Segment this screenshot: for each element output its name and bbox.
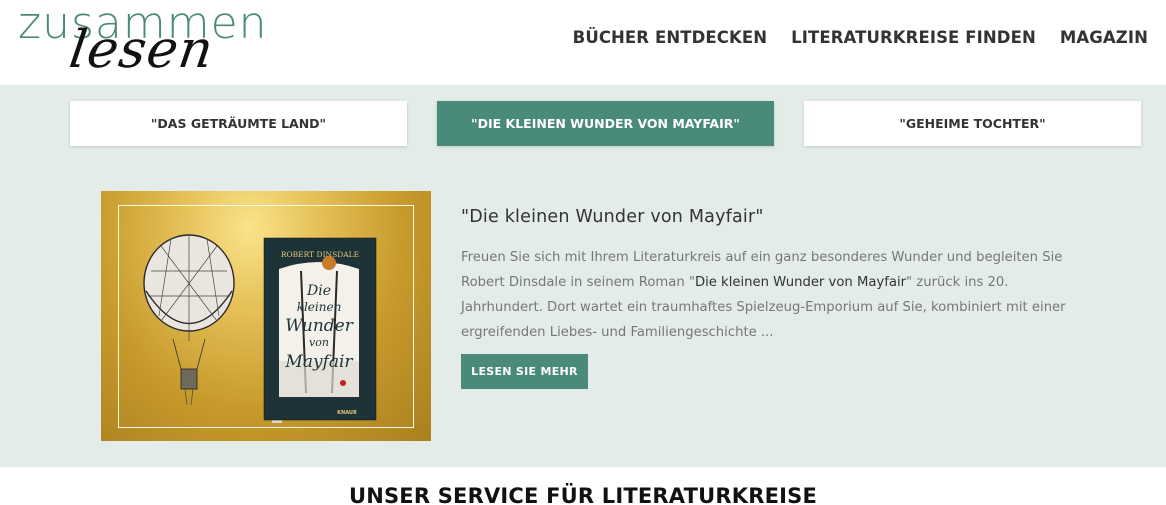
tab-die-kleinen-wunder-von-mayfair[interactable]: "DIE KLEINEN WUNDER VON MAYFAIR" [437, 101, 774, 146]
teaser-title[interactable]: "Die kleinen Wunder von Mayfair" [461, 207, 764, 227]
logo-text-bottom: lesen [65, 20, 218, 80]
tab-geheime-tochter[interactable]: "GEHEIME TOCHTER" [804, 101, 1141, 146]
site-logo[interactable]: zusammen lesen [18, 2, 298, 81]
read-more-button[interactable]: LESEN SIE MEHR [461, 354, 588, 389]
site-header: zusammen lesen BÜCHER ENTDECKEN LITERATU… [0, 0, 1166, 85]
teaser-image[interactable]: ROBERT DINSDALE Die kleinen Wunder von M… [101, 191, 431, 441]
nav-item-buecher-entdecken[interactable]: BÜCHER ENTDECKEN [573, 28, 768, 47]
image-frame [118, 205, 414, 428]
teaser-book-link[interactable]: Die kleinen Wunder von Mayfair [695, 275, 906, 290]
service-heading: UNSER SERVICE FÜR LITERATURKREISE [348, 484, 818, 505]
main-nav: BÜCHER ENTDECKEN LITERATURKREISE FINDEN … [573, 28, 1148, 47]
feature-slider: "DAS GETRÄUMTE LAND" "DIE KLEINEN WUNDER… [0, 85, 1166, 467]
tab-das-getraeumte-land[interactable]: "DAS GETRÄUMTE LAND" [70, 101, 407, 146]
teaser-description: Freuen Sie sich mit Ihrem Literaturkreis… [461, 245, 1081, 345]
nav-item-magazin[interactable]: MAGAZIN [1060, 28, 1148, 47]
nav-item-literaturkreise-finden[interactable]: LITERATURKREISE FINDEN [791, 28, 1036, 47]
